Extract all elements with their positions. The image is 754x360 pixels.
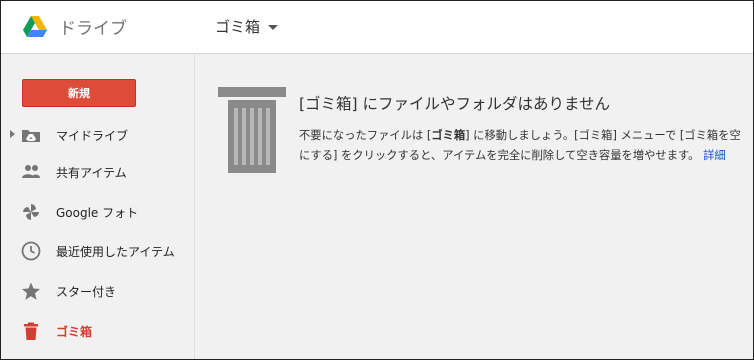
sidebar-item-google-photos[interactable]: Google フォト bbox=[1, 195, 194, 229]
trash-icon bbox=[24, 322, 38, 340]
description-bold: ゴミ箱 bbox=[431, 129, 466, 142]
my-drive-icon bbox=[22, 130, 40, 142]
sidebar-item-label: スター付き bbox=[56, 284, 117, 299]
sidebar-item-my-drive[interactable]: マイドライブ bbox=[1, 118, 194, 152]
sidebar-item-recent[interactable]: 最近使用したアイテム bbox=[1, 234, 194, 268]
sidebar-item-label: マイドライブ bbox=[56, 128, 129, 143]
star-icon bbox=[22, 282, 40, 300]
sidebar-item-starred[interactable]: スター付き bbox=[1, 274, 194, 308]
chevron-down-icon bbox=[268, 25, 279, 30]
sidebar-item-label: Google フォト bbox=[56, 205, 139, 220]
clock-icon bbox=[21, 241, 41, 261]
sidebar-item-label: ゴミ箱 bbox=[56, 324, 93, 339]
expand-arrow-icon[interactable] bbox=[10, 130, 15, 138]
empty-trash-illustration-icon bbox=[218, 87, 286, 173]
location-dropdown[interactable]: ゴミ箱 bbox=[215, 16, 279, 37]
sidebar-item-shared[interactable]: 共有アイテム bbox=[1, 155, 194, 189]
drive-logo-icon bbox=[23, 16, 47, 37]
top-bar: ドライブ ゴミ箱 bbox=[1, 1, 753, 54]
description-text: 不要になったファイルは [ bbox=[299, 129, 432, 142]
main-content: [ゴミ箱] にファイルやフォルダはありません 不要になったファイルは [ゴミ箱]… bbox=[195, 54, 753, 359]
shared-people-icon bbox=[22, 165, 40, 178]
sidebar-item-label: 最近使用したアイテム bbox=[56, 244, 175, 259]
photos-pinwheel-icon bbox=[23, 204, 39, 220]
new-button[interactable]: 新規 bbox=[22, 79, 136, 107]
sidebar: 新規 マイドライブ 共有アイテム Google フォト 最近使用したアイテム ス… bbox=[1, 54, 195, 359]
sidebar-item-trash[interactable]: ゴミ箱 bbox=[1, 314, 194, 348]
app-title[interactable]: ドライブ bbox=[59, 14, 127, 39]
location-label: ゴミ箱 bbox=[215, 18, 261, 36]
empty-state-description: 不要になったファイルは [ゴミ箱] に移動しましょう。[ゴミ箱] メニューで [… bbox=[299, 126, 751, 166]
empty-state-title: [ゴミ箱] にファイルやフォルダはありません bbox=[299, 95, 611, 113]
details-link[interactable]: 詳細 bbox=[703, 149, 726, 162]
sidebar-item-label: 共有アイテム bbox=[56, 165, 127, 180]
